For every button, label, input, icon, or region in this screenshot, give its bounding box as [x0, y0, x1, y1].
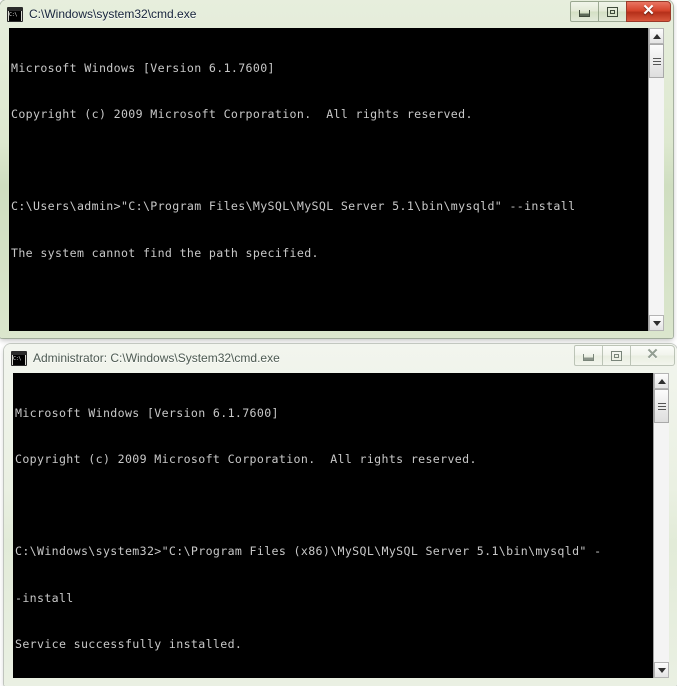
chevron-up-icon [652, 33, 661, 39]
console-line-blank [11, 292, 648, 307]
scroll-up-button[interactable] [649, 28, 664, 44]
scrollbar-thumb[interactable] [654, 389, 669, 423]
minimize-button[interactable] [574, 345, 603, 366]
console-line: -install [15, 590, 74, 605]
maximize-icon [611, 350, 622, 361]
close-icon: ✕ [646, 347, 659, 363]
cmd-console-icon [11, 350, 27, 366]
vertical-scrollbar[interactable] [653, 373, 669, 678]
scrollbar-track[interactable] [649, 44, 664, 315]
console-client-area[interactable]: Microsoft Windows [Version 6.1.7600] Cop… [9, 28, 664, 331]
grip-icon [652, 57, 661, 65]
close-button[interactable]: ✕ [626, 1, 671, 22]
console-line: Copyright (c) 2009 Microsoft Corporation… [15, 452, 477, 467]
close-icon: ✕ [642, 3, 655, 19]
maximize-button[interactable] [598, 1, 627, 22]
minimize-button[interactable] [570, 1, 599, 22]
grip-icon [657, 402, 666, 410]
scroll-down-button[interactable] [649, 315, 664, 331]
window-controls[interactable]: ✕ [570, 1, 671, 22]
scrollbar-thumb[interactable] [649, 44, 664, 78]
vertical-scrollbar[interactable] [648, 28, 664, 331]
window-title: C:\Windows\system32\cmd.exe [29, 7, 197, 21]
maximize-button[interactable] [602, 345, 631, 366]
close-button[interactable]: ✕ [630, 345, 675, 366]
chevron-down-icon [657, 667, 666, 673]
maximize-icon [607, 6, 618, 17]
scrollbar-track[interactable] [654, 389, 669, 662]
cmd-console-icon [7, 6, 23, 22]
scroll-down-button[interactable] [654, 662, 669, 678]
scroll-up-button[interactable] [654, 373, 669, 389]
console-line: Microsoft Windows [Version 6.1.7600] [11, 60, 275, 75]
window-controls[interactable]: ✕ [574, 345, 675, 366]
console-line-blank [15, 498, 653, 513]
chevron-up-icon [657, 378, 666, 384]
console-line: Microsoft Windows [Version 6.1.7600] [15, 405, 279, 420]
console-line: The system cannot find the path specifie… [11, 245, 319, 260]
console-line: Service successfully installed. [15, 636, 243, 651]
window-title: Administrator: C:\Windows\System32\cmd.e… [33, 351, 280, 365]
chevron-down-icon [652, 320, 661, 326]
console-line: Copyright (c) 2009 Microsoft Corporation… [11, 107, 473, 122]
console-line: C:\Windows\system32>"C:\Program Files (x… [15, 544, 602, 559]
console-client-area[interactable]: Microsoft Windows [Version 6.1.7600] Cop… [13, 373, 669, 678]
minimize-icon [583, 354, 594, 361]
minimize-icon [579, 10, 590, 17]
console-output-administrator: Microsoft Windows [Version 6.1.7600] Cop… [13, 373, 653, 678]
cmd-window-administrator[interactable]: Administrator: C:\Windows\System32\cmd.e… [4, 344, 677, 686]
console-line: C:\Users\admin>"C:\Program Files\MySQL\M… [11, 199, 576, 214]
cmd-window-user[interactable]: C:\Windows\system32\cmd.exe ✕ Microsoft … [0, 0, 673, 338]
console-output-user: Microsoft Windows [Version 6.1.7600] Cop… [9, 28, 648, 331]
console-line-blank [11, 153, 648, 168]
